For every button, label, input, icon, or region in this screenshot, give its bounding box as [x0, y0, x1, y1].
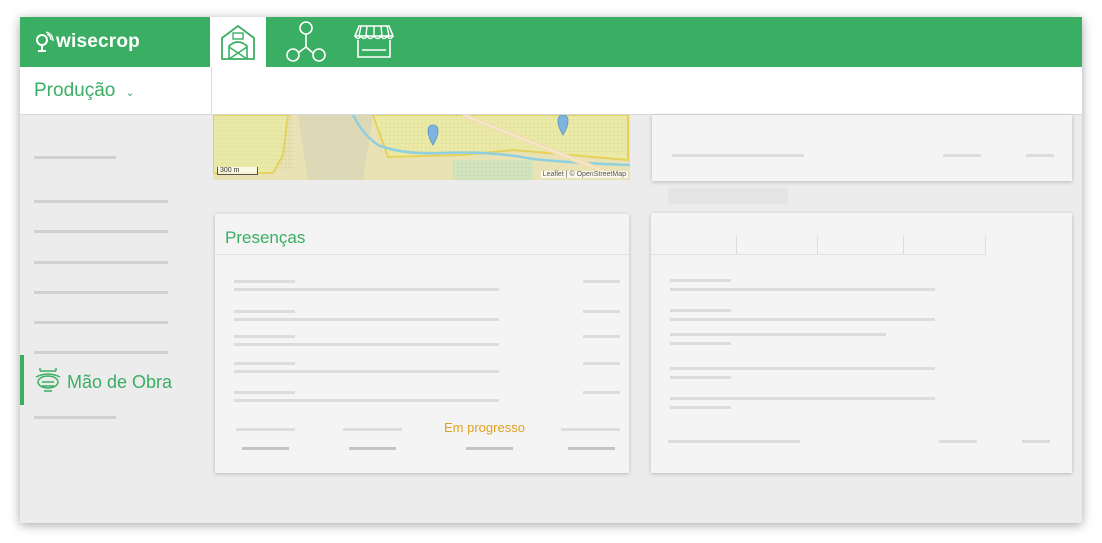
- nav-market[interactable]: [346, 17, 402, 67]
- sidebar-item-placeholder[interactable]: [34, 200, 168, 203]
- placeholder-line: [236, 428, 295, 431]
- placeholder-line: [583, 335, 620, 338]
- placeholder-line: [234, 280, 295, 283]
- brand-name: wisecrop: [56, 31, 140, 52]
- placeholder-line: [1022, 440, 1050, 443]
- sidebar-item-placeholder[interactable]: [34, 291, 168, 294]
- placeholder-line: [234, 399, 499, 402]
- app-window: wisecrop Produção ⌄ Mão de Obra 300 m Le…: [20, 17, 1082, 523]
- placeholder-line: [234, 362, 295, 365]
- placeholder-line: [670, 288, 935, 291]
- placeholder-block: [668, 188, 788, 204]
- map-scale: 300 m: [217, 167, 259, 175]
- placeholder-line: [939, 440, 977, 443]
- sidebar-item-mao-de-obra[interactable]: Mão de Obra: [20, 355, 212, 405]
- placeholder-line: [242, 447, 289, 450]
- placeholder-line: [234, 318, 499, 321]
- tab-separator: [985, 236, 986, 254]
- card-divider: [215, 254, 629, 255]
- workers-icon: [35, 368, 61, 392]
- map-attribution[interactable]: Leaflet | © OpenStreetMap: [540, 171, 628, 178]
- placeholder-line: [670, 309, 731, 312]
- placeholder-line: [234, 391, 295, 394]
- barn-icon: [221, 24, 255, 60]
- module-selector-value: Produção: [34, 80, 116, 101]
- sidebar-item-placeholder[interactable]: [34, 156, 116, 159]
- sidebar-item-placeholder[interactable]: [34, 230, 168, 233]
- farm-map[interactable]: 300 m Leaflet | © OpenStreetMap: [213, 115, 630, 180]
- network-icon: [286, 21, 326, 62]
- top-bar: wisecrop: [20, 17, 1082, 67]
- sidebar: Mão de Obra: [20, 115, 212, 523]
- presencas-card: Presenças Em progresso: [215, 214, 629, 473]
- placeholder-line: [670, 376, 731, 379]
- placeholder-line: [234, 370, 499, 373]
- chevron-down-icon: ⌄: [125, 87, 135, 99]
- brand-logo[interactable]: wisecrop: [34, 29, 140, 55]
- placeholder-line: [234, 343, 499, 346]
- card-right: [651, 213, 1072, 473]
- card-divider: [651, 254, 985, 255]
- tab-separator: [736, 236, 737, 254]
- placeholder-line: [561, 428, 620, 431]
- placeholder-line: [943, 154, 981, 157]
- sidebar-item-placeholder[interactable]: [34, 416, 116, 419]
- sub-bar: Produção ⌄: [20, 67, 1082, 115]
- module-selector[interactable]: Produção ⌄: [20, 67, 212, 115]
- card-title: Presenças: [225, 228, 306, 247]
- placeholder-line: [670, 367, 935, 370]
- placeholder-line: [466, 447, 513, 450]
- placeholder-line: [668, 440, 800, 443]
- placeholder-line: [349, 447, 396, 450]
- sidebar-item-placeholder[interactable]: [34, 321, 168, 324]
- placeholder-line: [568, 447, 615, 450]
- placeholder-line: [583, 310, 620, 313]
- nav-network[interactable]: [278, 17, 334, 67]
- card-top-right: [652, 115, 1072, 181]
- placeholder-line: [670, 318, 935, 321]
- placeholder-line: [234, 288, 499, 291]
- placeholder-line: [234, 310, 295, 313]
- wisecrop-logo-icon: [36, 31, 54, 52]
- placeholder-line: [670, 406, 731, 409]
- nav-production[interactable]: [210, 17, 266, 67]
- placeholder-line: [670, 397, 935, 400]
- placeholder-line: [672, 154, 804, 157]
- placeholder-line: [583, 362, 620, 365]
- tab-separator: [903, 236, 904, 254]
- placeholder-line: [343, 428, 402, 431]
- active-indicator: [20, 355, 24, 405]
- placeholder-line: [583, 391, 620, 394]
- market-stall-icon: [353, 25, 395, 58]
- tab-separator: [817, 236, 818, 254]
- placeholder-line: [670, 342, 731, 345]
- sidebar-item-label: Mão de Obra: [67, 372, 173, 392]
- placeholder-line: [1026, 154, 1054, 157]
- placeholder-line: [670, 279, 731, 282]
- placeholder-line: [583, 280, 620, 283]
- sidebar-item-placeholder[interactable]: [34, 261, 168, 264]
- status-in-progress: Em progresso: [444, 420, 525, 435]
- sidebar-item-placeholder[interactable]: [34, 351, 168, 354]
- placeholder-line: [234, 335, 295, 338]
- placeholder-line: [670, 333, 886, 336]
